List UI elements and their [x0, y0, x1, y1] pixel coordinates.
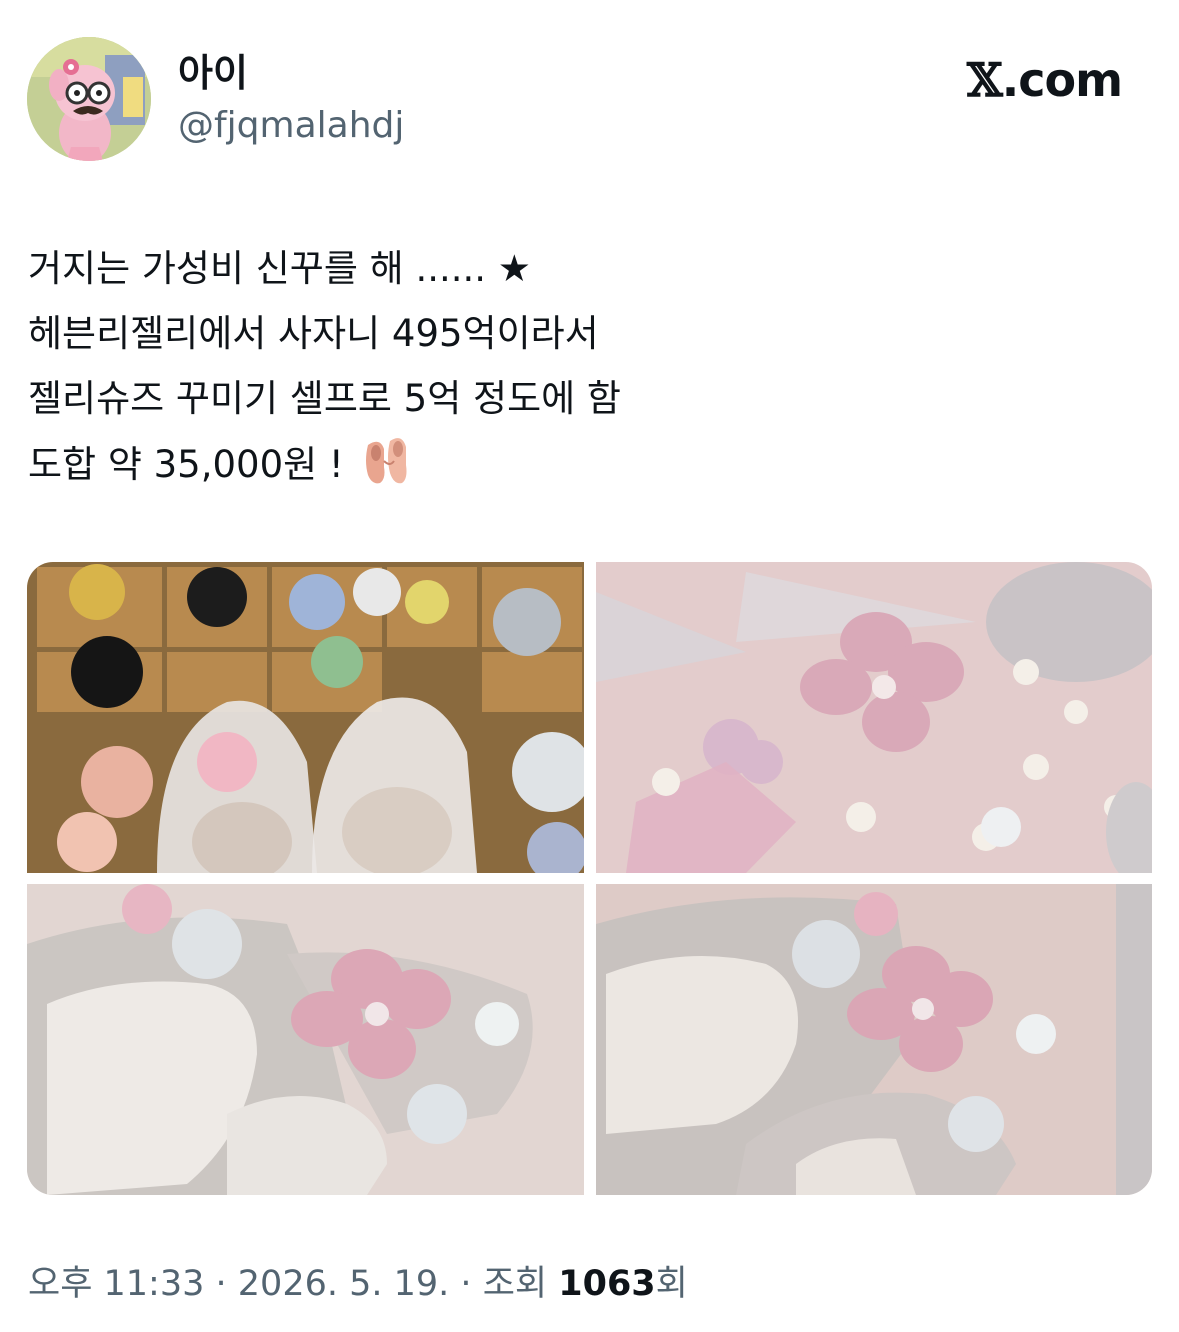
- photo-jelly-shoes-bead-display[interactable]: [27, 562, 584, 873]
- tweet-line-4-text: 도합 약 35,000원 !: [28, 443, 344, 486]
- photo-pink-flower-charms[interactable]: [596, 562, 1152, 873]
- tweet-line-3: 젤리슈즈 꾸미기 셀프로 5억 정도에 함: [28, 377, 621, 420]
- views-suffix: 회: [655, 1264, 688, 1304]
- media-grid: [27, 562, 1152, 1195]
- tweet-line-2: 헤븐리젤리에서 사자니 495억이라서: [28, 312, 599, 355]
- views-label: 조회: [482, 1264, 548, 1304]
- tweet-line-4: 도합 약 35,000원 !: [28, 431, 1148, 507]
- x-com-logo: 𝕏.com: [967, 52, 1123, 108]
- photo-decorated-shoes-closeup-2[interactable]: [596, 884, 1152, 1195]
- author-avatar[interactable]: [27, 37, 151, 161]
- author-display-name[interactable]: 아이: [178, 50, 248, 96]
- tweet-line-1: 거지는 가성비 신꾸를 해 ...... ★: [28, 247, 531, 290]
- photo-decorated-shoes-closeup-1[interactable]: [27, 884, 584, 1195]
- tweet-time[interactable]: 오후 11:33: [28, 1264, 204, 1304]
- tweet-date[interactable]: 2026. 5. 19.: [238, 1264, 450, 1304]
- x-logo-icon: 𝕏: [967, 53, 1003, 107]
- tweet-text: 거지는 가성비 신꾸를 해 ...... ★ 헤븐리젤리에서 사자니 495억이…: [28, 236, 1148, 507]
- views-count: 1063: [558, 1264, 656, 1304]
- author-handle[interactable]: @fjqmalahdj: [178, 104, 404, 148]
- tweet-meta: 오후 11:33 · 2026. 5. 19. · 조회 1063회: [28, 1262, 688, 1306]
- brand-domain: .com: [1001, 53, 1123, 107]
- ballet-shoes-icon: [360, 431, 412, 507]
- avatar-cartoon-pink-character-icon: [27, 37, 151, 161]
- meta-separator: ·: [449, 1264, 483, 1304]
- meta-separator: ·: [204, 1264, 238, 1304]
